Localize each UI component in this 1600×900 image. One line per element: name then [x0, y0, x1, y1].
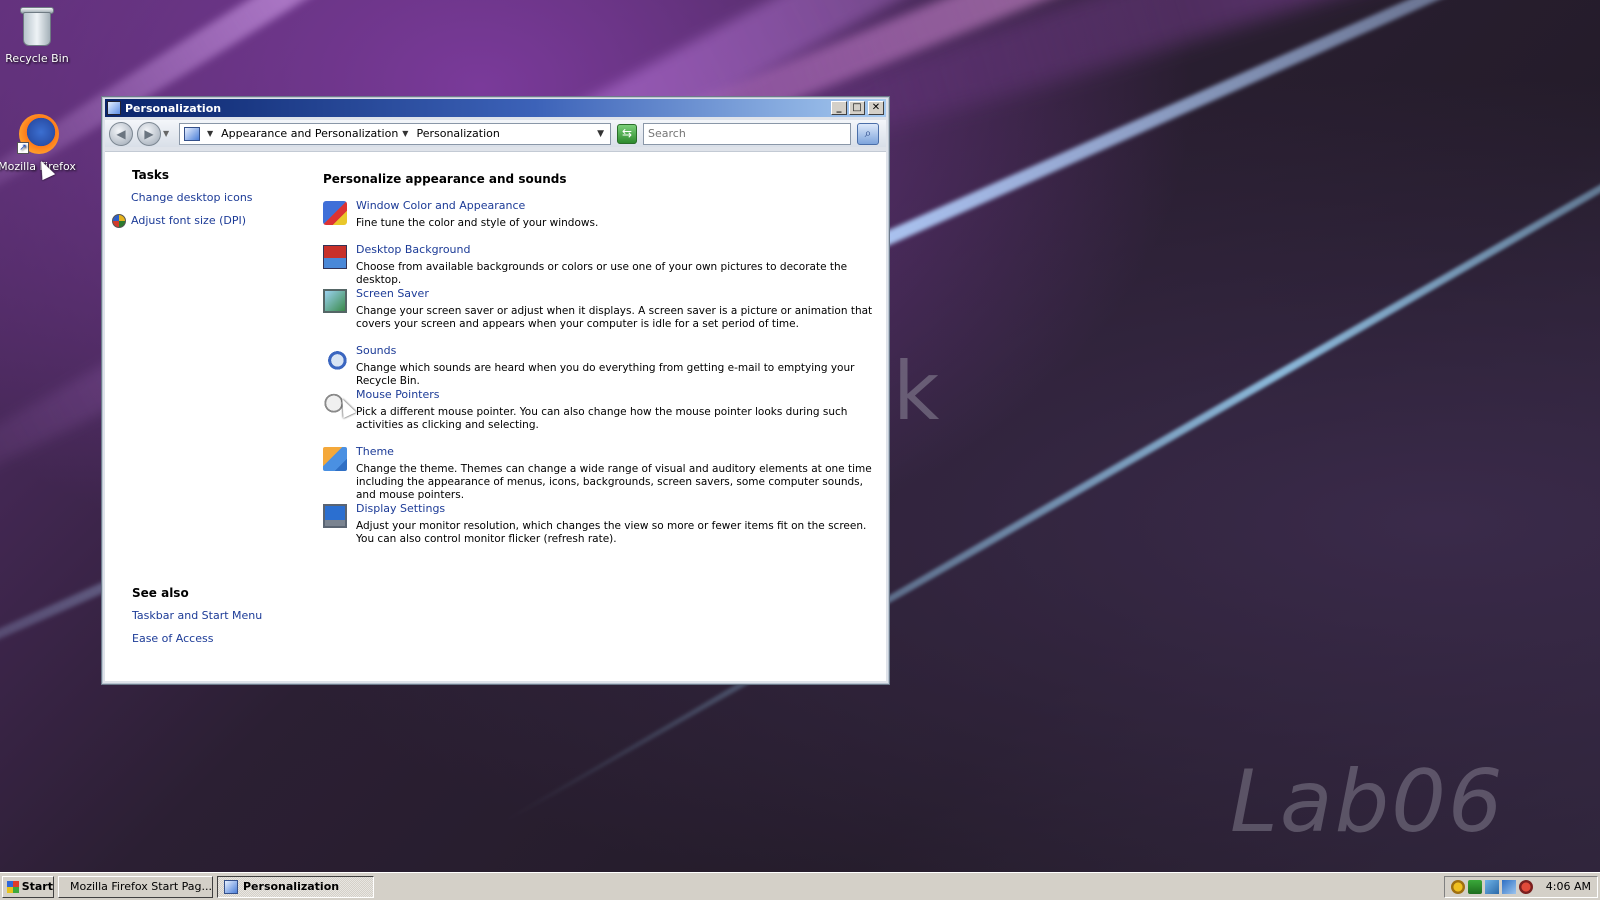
clock[interactable]: 4:06 AM: [1546, 880, 1591, 893]
recycle-bin-icon: [17, 4, 57, 48]
breadcrumb[interactable]: ▼ Appearance and Personalization ▼ Perso…: [179, 122, 611, 145]
desktop-icon-label: Recycle Bin: [5, 52, 69, 65]
desktop-background-link[interactable]: Desktop Background: [356, 243, 471, 256]
refresh-button[interactable]: ⇆: [617, 123, 637, 144]
forward-arrow-icon: ▶: [144, 126, 154, 141]
recent-pages-dropdown[interactable]: ▼: [163, 129, 173, 138]
item-description: Choose from available backgrounds or col…: [356, 261, 848, 286]
item-description: Change which sounds are heard when you d…: [356, 362, 855, 387]
item-description: Adjust your monitor resolution, which ch…: [356, 520, 867, 545]
back-arrow-icon: ◀: [116, 126, 126, 141]
content-area: Tasks Change desktop icons Adjust font s…: [105, 151, 886, 681]
theme-icon[interactable]: [323, 447, 347, 471]
page-title: Personalize appearance and sounds: [323, 172, 567, 186]
search-input[interactable]: [643, 122, 851, 145]
change-desktop-icons-link[interactable]: Change desktop icons: [131, 191, 253, 204]
security-alert-icon[interactable]: [1450, 879, 1465, 894]
main-pane: Personalize appearance and sounds Window…: [323, 152, 876, 681]
taskbar-item-label: Personalization: [243, 880, 340, 893]
list-item: Mouse Pointers Pick a different mouse po…: [323, 388, 876, 438]
list-item: Desktop Background Choose from available…: [323, 243, 876, 286]
item-description: Change your screen saver or adjust when …: [356, 305, 873, 330]
control-panel-icon: [184, 126, 200, 141]
list-item: Window Color and Appearance Fine tune th…: [323, 199, 876, 235]
back-button[interactable]: ◀: [109, 121, 133, 146]
network-icon[interactable]: [1484, 879, 1499, 894]
title-bar[interactable]: Personalization _ □ ✕: [105, 99, 886, 117]
display-icon[interactable]: [1501, 879, 1516, 894]
window-color-link[interactable]: Window Color and Appearance: [356, 199, 525, 212]
search-icon: ⌕: [864, 125, 872, 140]
desktop-icon-recycle-bin[interactable]: Recycle Bin: [0, 4, 77, 65]
taskbar: Start Mozilla Firefox Start Pag... Perso…: [0, 872, 1600, 900]
window-title: Personalization: [125, 101, 222, 115]
theme-link[interactable]: Theme: [356, 445, 394, 458]
item-description: Pick a different mouse pointer. You can …: [356, 406, 848, 431]
volume-muted-icon[interactable]: [1518, 879, 1533, 894]
forward-button[interactable]: ▶: [137, 121, 161, 146]
firefox-icon: ↗: [17, 112, 59, 156]
wallpaper-letter: k: [893, 345, 940, 438]
ease-of-access-link[interactable]: Ease of Access: [132, 632, 213, 645]
address-bar: ◀ ▶ ▼ ▼ Appearance and Personalization ▼…: [105, 120, 886, 147]
tasks-heading: Tasks: [132, 168, 170, 182]
mouse-pointers-link[interactable]: Mouse Pointers: [356, 388, 440, 401]
wallpaper-watermark: Lab06: [1230, 752, 1505, 852]
window-color-icon[interactable]: [323, 201, 347, 225]
display-settings-icon[interactable]: [323, 504, 347, 528]
chevron-down-icon[interactable]: ▼: [207, 129, 213, 138]
sounds-icon[interactable]: [323, 346, 347, 370]
breadcrumb-appearance[interactable]: Appearance and Personalization: [221, 127, 398, 140]
close-button[interactable]: ✕: [868, 101, 884, 115]
screen-saver-icon[interactable]: [323, 289, 347, 313]
sounds-link[interactable]: Sounds: [356, 344, 396, 357]
screen-saver-link[interactable]: Screen Saver: [356, 287, 429, 300]
item-description: Change the theme. Themes can change a wi…: [356, 463, 872, 501]
start-button[interactable]: Start: [2, 875, 54, 898]
list-item: Theme Change the theme. Themes can chang…: [323, 445, 876, 501]
shield-icon[interactable]: [1467, 879, 1482, 894]
minimize-button[interactable]: _: [831, 101, 847, 115]
windows-logo-icon: [7, 880, 19, 893]
display-settings-link[interactable]: Display Settings: [356, 502, 445, 515]
list-item: Screen Saver Change your screen saver or…: [323, 287, 876, 337]
adjust-font-size-link[interactable]: Adjust font size (DPI): [131, 214, 246, 227]
personalization-window: Personalization _ □ ✕ ◀ ▶ ▼ ▼ Appearance…: [101, 96, 890, 685]
breadcrumb-personalization[interactable]: Personalization: [416, 127, 499, 140]
personalization-icon: [224, 879, 238, 894]
taskbar-item-personalization[interactable]: Personalization: [217, 875, 374, 898]
taskbar-item-firefox[interactable]: Mozilla Firefox Start Pag...: [58, 875, 213, 898]
search-button[interactable]: ⌕: [857, 122, 879, 145]
refresh-icon: ⇆: [621, 125, 633, 140]
maximize-button[interactable]: □: [849, 101, 865, 115]
see-also-heading: See also: [132, 586, 189, 600]
list-item: Sounds Change which sounds are heard whe…: [323, 344, 876, 387]
item-description: Fine tune the color and style of your wi…: [356, 217, 599, 229]
task-pane: Tasks Change desktop icons Adjust font s…: [105, 152, 315, 681]
taskbar-start-menu-link[interactable]: Taskbar and Start Menu: [132, 609, 262, 622]
taskbar-item-label: Mozilla Firefox Start Pag...: [70, 880, 213, 893]
security-shield-icon: [112, 214, 126, 228]
system-tray: 4:06 AM: [1443, 875, 1598, 898]
address-dropdown-icon[interactable]: ▼: [597, 129, 604, 139]
start-label: Start: [21, 880, 53, 893]
chevron-down-icon[interactable]: ▼: [402, 129, 408, 138]
personalization-icon: [107, 101, 121, 115]
desktop-background-icon[interactable]: [323, 245, 347, 269]
list-item: Display Settings Adjust your monitor res…: [323, 502, 876, 552]
